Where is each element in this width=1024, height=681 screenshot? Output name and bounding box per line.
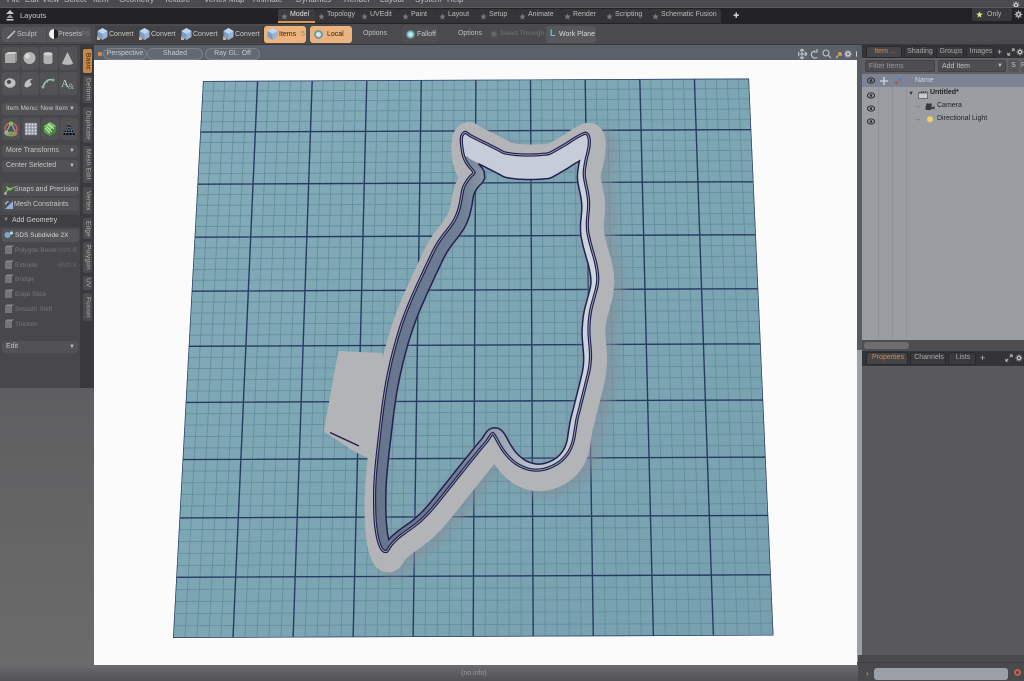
svg-text:&: & (68, 82, 75, 90)
